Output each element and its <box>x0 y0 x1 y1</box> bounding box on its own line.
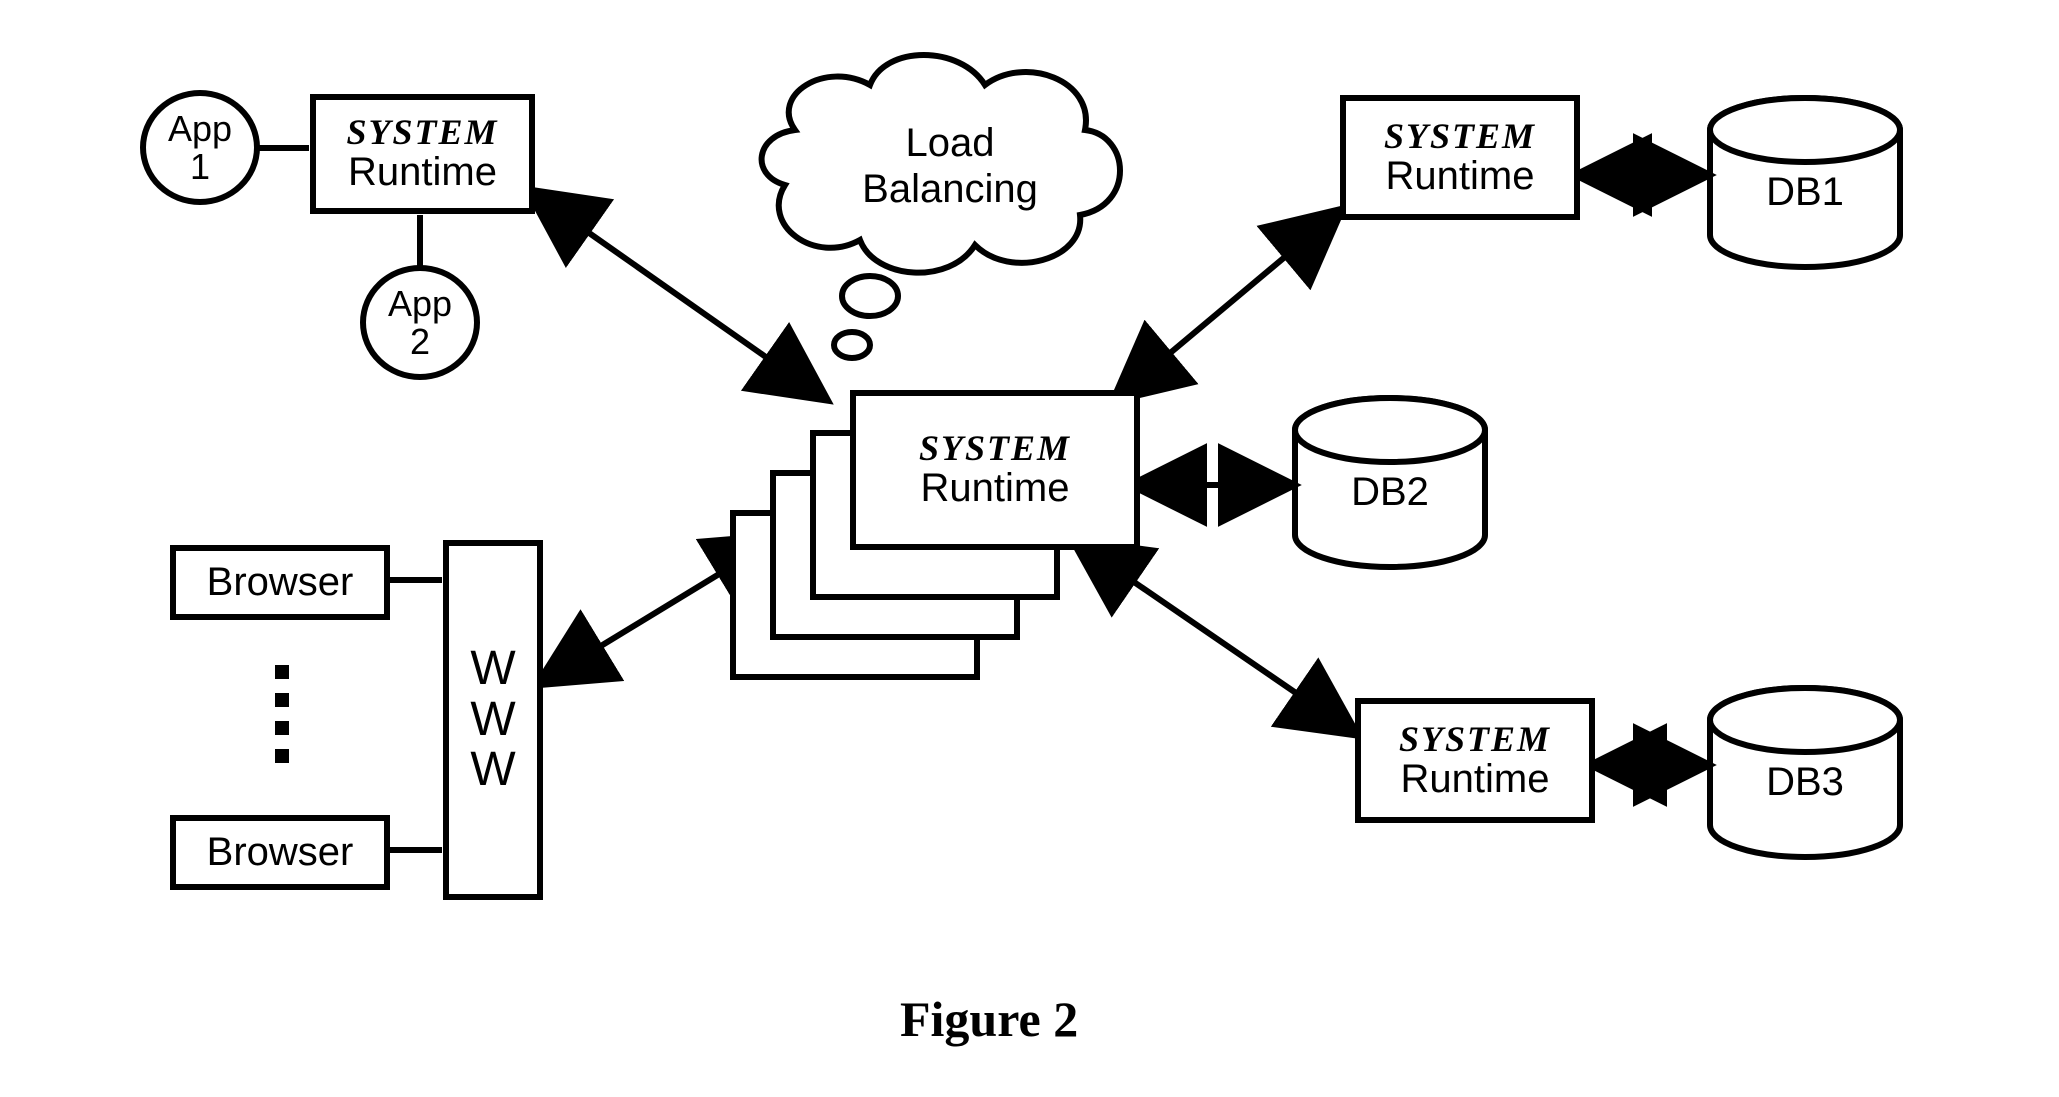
runtime-right-bottom-node: SYSTEM Runtime <box>1355 698 1595 823</box>
cloud-label: Load Balancing <box>840 120 1060 212</box>
runtime-rb-system-label: SYSTEM <box>1399 721 1551 757</box>
app1-node: App 1 <box>140 90 260 205</box>
runtime-rt-runtime-label: Runtime <box>1386 154 1535 198</box>
runtime-rt-system-label: SYSTEM <box>1384 118 1536 154</box>
browser2-label: Browser <box>207 830 354 875</box>
app1-label-line1: App <box>168 110 232 148</box>
runtime-left-runtime-label: Runtime <box>348 150 497 194</box>
runtime-rb-runtime-label: Runtime <box>1401 757 1550 801</box>
runtime-left-node: SYSTEM Runtime <box>310 94 535 214</box>
www-node: W W W <box>443 540 543 900</box>
cloud-line2: Balancing <box>840 166 1060 212</box>
app2-node: App 2 <box>360 265 480 380</box>
db2-label: DB2 <box>1350 470 1430 515</box>
runtime-center-system-label: SYSTEM <box>919 430 1071 466</box>
runtime-left-system-label: SYSTEM <box>346 114 498 150</box>
cloud-line1: Load <box>840 120 1060 166</box>
db1-label: DB1 <box>1765 170 1845 215</box>
browser2-node: Browser <box>170 815 390 890</box>
app2-label-line1: App <box>388 285 452 323</box>
browser1-node: Browser <box>170 545 390 620</box>
app2-label-line2: 2 <box>410 323 430 361</box>
db3-label: DB3 <box>1765 760 1845 805</box>
www-c2: W <box>470 695 515 745</box>
vertical-ellipsis-icon <box>275 665 289 763</box>
app1-label-line2: 1 <box>190 148 210 186</box>
www-c1: W <box>470 644 515 694</box>
runtime-right-top-node: SYSTEM Runtime <box>1340 95 1580 220</box>
runtime-center-runtime-label: Runtime <box>921 466 1070 510</box>
figure-caption: Figure 2 <box>900 990 1078 1048</box>
www-c3: W <box>470 745 515 795</box>
diagram-stage: App 1 App 2 SYSTEM Runtime Load Balancin… <box>0 0 2059 1097</box>
browser1-label: Browser <box>207 560 354 605</box>
runtime-center-node: SYSTEM Runtime <box>850 390 1140 550</box>
